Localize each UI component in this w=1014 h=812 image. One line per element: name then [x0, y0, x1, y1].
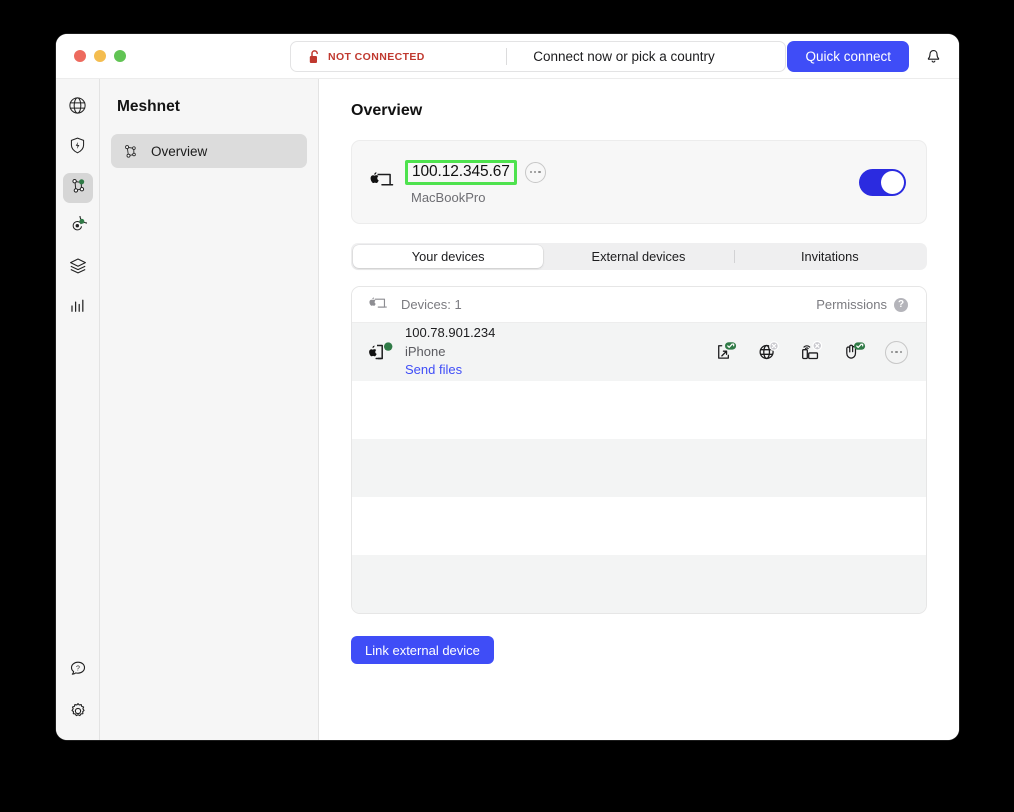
ellipsis-icon — [899, 350, 902, 354]
device-count-label: Devices: 1 — [401, 297, 462, 312]
radar-icon — [68, 208, 95, 240]
nav-sidebar: Meshnet Overview — [100, 79, 319, 740]
meshnet-toggle[interactable] — [859, 168, 906, 196]
traffic-light-buttons — [56, 50, 126, 62]
device-list: Devices: 1 Permissions ? 100.78.901.234 … — [351, 286, 927, 614]
tab-external-devices[interactable]: External devices — [543, 245, 733, 268]
bar-chart-icon — [68, 296, 87, 320]
connection-bar[interactable]: NOT CONNECTED Connect now or pick a coun… — [290, 41, 786, 72]
tab-your-devices[interactable]: Your devices — [353, 245, 544, 268]
window-body: ? Meshnet Overview Overview 100.12.345.6… — [56, 79, 959, 740]
rail-item-threat-protection[interactable] — [63, 133, 93, 163]
apple-desktop-icon — [368, 295, 390, 315]
connection-status-label: NOT CONNECTED — [328, 50, 425, 63]
quick-connect-button[interactable]: Quick connect — [787, 41, 909, 72]
device-list-empty-row — [352, 497, 926, 555]
globe-icon — [68, 96, 87, 120]
rail-item-statistics[interactable] — [63, 293, 93, 323]
app-window: NOT CONNECTED Connect now or pick a coun… — [56, 34, 959, 740]
ellipsis-icon — [895, 350, 898, 354]
page-title: Overview — [351, 102, 423, 119]
rail-item-file-storage[interactable] — [63, 253, 93, 283]
nav-title: Meshnet — [117, 98, 180, 115]
device-name: iPhone — [405, 343, 446, 359]
device-row[interactable]: 100.78.901.234 iPhone Send files — [352, 323, 926, 381]
this-device-card: 100.12.345.67 MacBookPro — [351, 140, 927, 224]
notification-bell-icon[interactable] — [921, 45, 945, 69]
this-device-info: 100.12.345.67 MacBookPro — [405, 159, 546, 205]
ellipsis-icon — [534, 170, 537, 174]
rail-item-help[interactable]: ? — [63, 656, 93, 686]
device-list-empty-row — [352, 439, 926, 497]
meshnet-nodes-icon — [68, 176, 88, 201]
icon-rail: ? — [56, 79, 100, 740]
device-row-actions — [713, 340, 908, 364]
toggle-knob — [881, 170, 904, 194]
traffic-routing-globe-icon[interactable] — [756, 340, 780, 364]
close-window-button[interactable] — [74, 50, 86, 62]
remote-access-icon[interactable] — [713, 340, 737, 364]
connection-status: NOT CONNECTED — [291, 42, 506, 71]
device-list-empty-row — [352, 555, 926, 613]
meshnet-nodes-icon — [121, 142, 140, 161]
connection-prompt[interactable]: Connect now or pick a country — [507, 49, 785, 64]
file-sharing-icon[interactable] — [842, 340, 866, 364]
device-row-info: 100.78.901.234 iPhone Send files — [405, 324, 495, 381]
shield-bolt-icon — [68, 136, 87, 160]
this-device-ip-row: 100.12.345.67 — [405, 159, 546, 185]
svg-text:?: ? — [76, 665, 80, 672]
sidebar-item-label: Overview — [151, 143, 208, 159]
this-device-name: MacBookPro — [411, 189, 486, 205]
gear-icon — [68, 701, 88, 726]
ellipsis-icon — [530, 170, 533, 174]
device-ip: 100.78.901.234 — [405, 324, 496, 340]
this-device-ip: 100.12.345.67 — [412, 162, 510, 180]
titlebar: NOT CONNECTED Connect now or pick a coun… — [56, 34, 959, 79]
minimize-window-button[interactable] — [94, 50, 106, 62]
rail-item-vpn-globe[interactable] — [63, 93, 93, 123]
device-tabs: Your devices External devices Invitation… — [351, 243, 927, 270]
this-device-more-button[interactable] — [524, 161, 546, 183]
sidebar-item-overview[interactable]: Overview — [111, 134, 307, 168]
permissions-label: Permissions — [816, 297, 887, 312]
device-list-empty-row — [352, 381, 926, 439]
send-files-link[interactable]: Send files — [405, 361, 495, 380]
rail-item-settings[interactable] — [63, 698, 93, 728]
local-network-icon[interactable] — [799, 340, 823, 364]
apple-desktop-icon — [369, 169, 399, 195]
device-row-more-button[interactable] — [885, 340, 908, 364]
device-list-header: Devices: 1 Permissions ? — [352, 287, 926, 323]
content-area: Overview 100.12.345.67 MacBookPro Your d… — [319, 79, 959, 740]
ip-highlight-box: 100.12.345.67 — [405, 159, 517, 185]
layers-icon — [68, 256, 88, 281]
question-mark-icon[interactable]: ? — [894, 297, 908, 312]
unlocked-padlock-icon — [309, 49, 320, 64]
ellipsis-icon — [538, 170, 541, 174]
rail-item-dark-web-monitor[interactable] — [63, 208, 95, 243]
apple-phone-icon — [368, 338, 398, 366]
zoom-window-button[interactable] — [114, 50, 126, 62]
help-bubble-icon: ? — [68, 659, 88, 684]
link-external-device-button[interactable]: Link external device — [351, 636, 494, 664]
ellipsis-icon — [891, 350, 894, 354]
tab-invitations[interactable]: Invitations — [735, 245, 925, 268]
rail-item-meshnet[interactable] — [62, 173, 93, 203]
